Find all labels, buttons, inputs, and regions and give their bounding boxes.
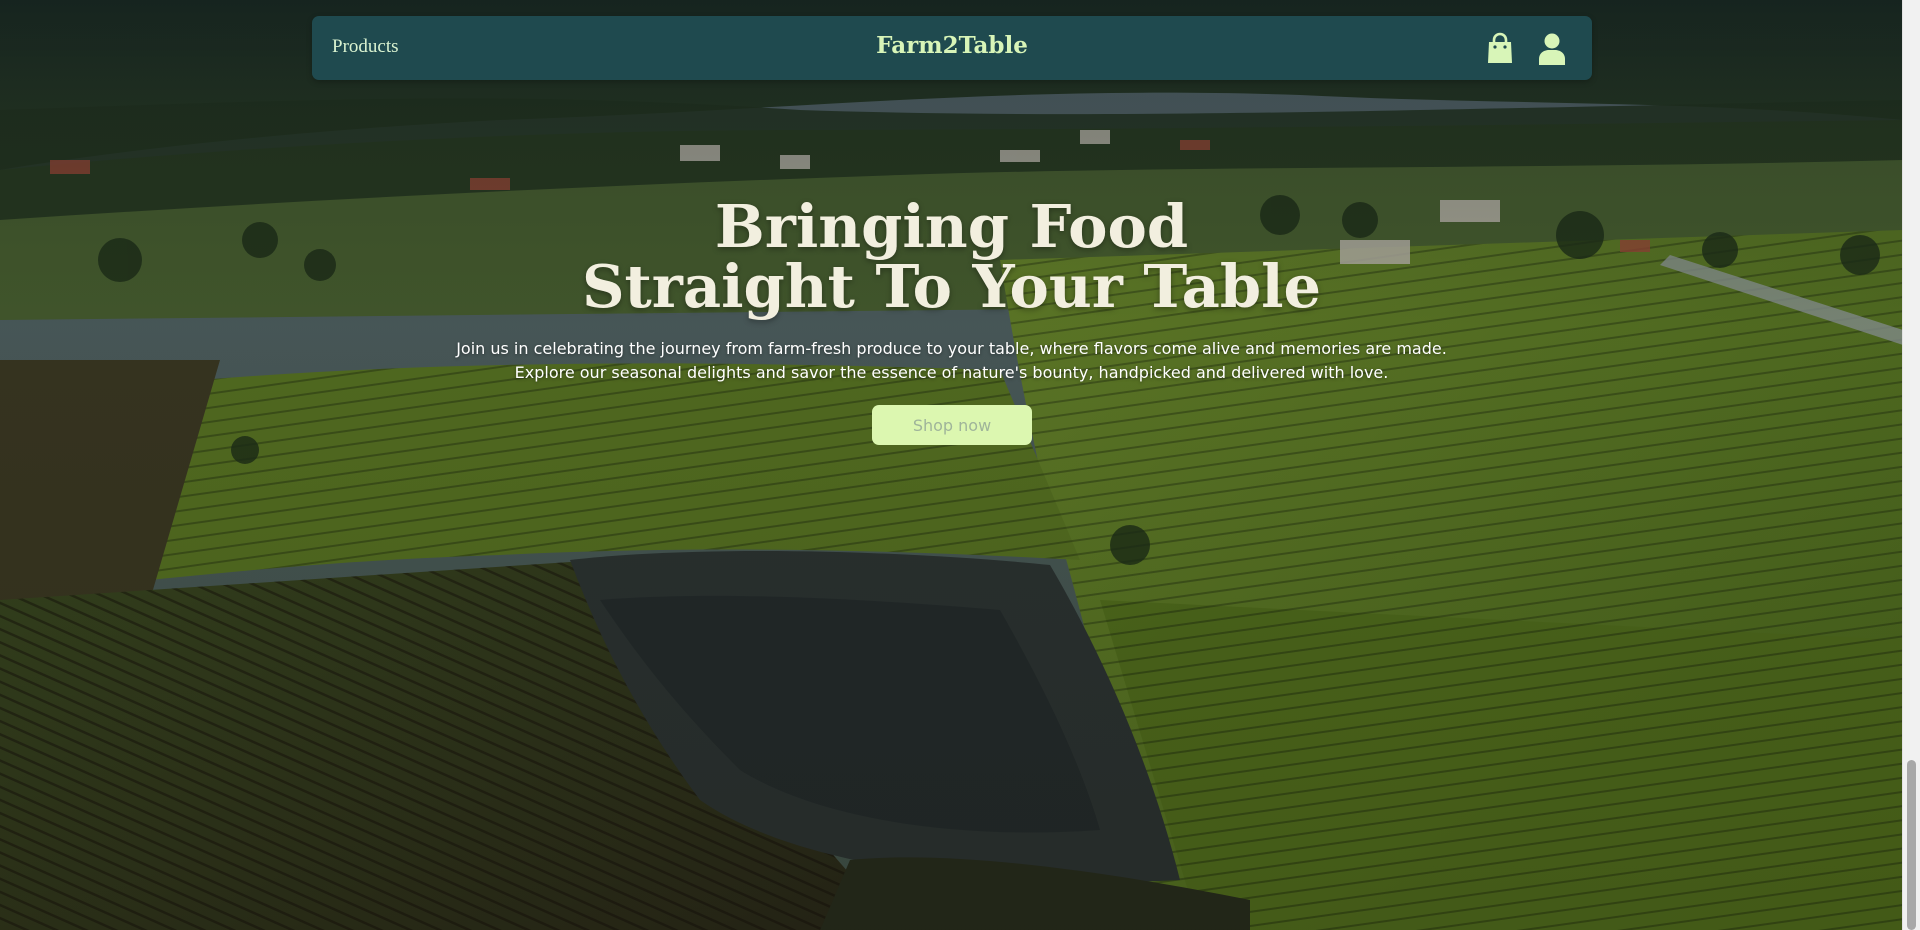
hero-subtitle: Join us in celebrating the journey from … — [0, 337, 1903, 385]
hero-title-line-1: Bringing Food — [714, 192, 1189, 261]
background-overlay — [0, 0, 1903, 930]
hero-title-line-2: Straight To Your Table — [581, 252, 1322, 321]
top-navbar: Products Farm2Table — [312, 16, 1592, 80]
vertical-scrollbar[interactable] — [1902, 0, 1920, 930]
nav-products-link[interactable]: Products — [332, 36, 399, 58]
user-icon-svg — [1539, 33, 1565, 65]
hero-subtitle-line-2: Explore our seasonal delights and savor … — [514, 363, 1389, 382]
scrollbar-thumb[interactable] — [1907, 760, 1916, 930]
shop-now-button[interactable]: Shop now — [872, 405, 1032, 445]
hero-title: Bringing Food Straight To Your Table — [0, 197, 1903, 317]
brand-logo-text[interactable]: Farm2Table — [876, 32, 1028, 59]
user-account-icon[interactable] — [1536, 32, 1568, 66]
shopping-bag-icon[interactable] — [1484, 32, 1516, 66]
page: Products Farm2Table Bringing Food Straig… — [0, 0, 1920, 930]
brand-container: Farm2Table — [312, 32, 1592, 59]
hero-subtitle-line-1: Join us in celebrating the journey from … — [456, 339, 1447, 358]
shopping-bag-icon-svg — [1488, 32, 1512, 63]
